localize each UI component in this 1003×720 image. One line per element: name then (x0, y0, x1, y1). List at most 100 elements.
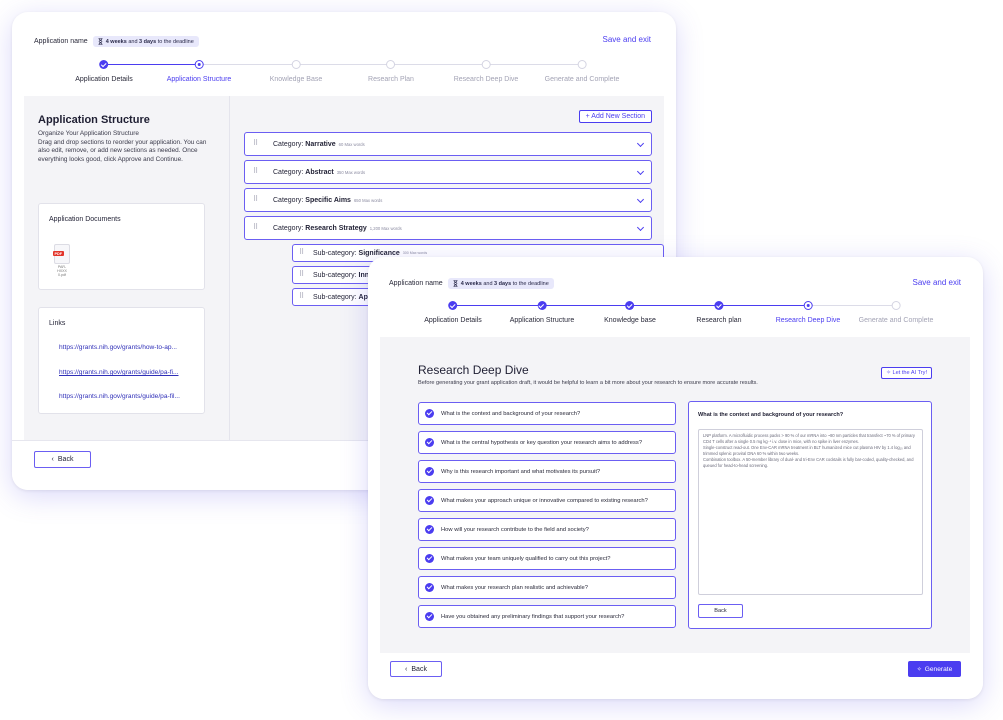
check-icon (448, 301, 458, 310)
answer-back-button[interactable]: Back (698, 604, 743, 618)
question-item[interactable]: What makes your research plan realistic … (418, 576, 676, 599)
answer-panel: What is the context and background of yo… (688, 401, 932, 629)
drag-handle-icon[interactable]: ⠿ (253, 168, 259, 175)
answer-textarea[interactable]: LNP platform. A microfluidic process pac… (698, 429, 923, 595)
generate-button[interactable]: ✧ Generate (908, 661, 961, 677)
step-application-structure[interactable]: Application Structure (166, 60, 232, 83)
hourglass-icon (453, 280, 458, 287)
current-step-icon (803, 301, 813, 310)
deadline-days: 3 days (139, 38, 157, 45)
drag-handle-icon[interactable]: ⠿ (253, 224, 259, 231)
category-narrative[interactable]: ⠿ Category: Narrative 60 Max words (244, 132, 652, 156)
question-text: What makes your approach unique or innov… (441, 497, 648, 504)
check-circle-icon (425, 612, 434, 621)
step-generate-and-complete[interactable]: Generate and Complete (859, 301, 933, 324)
let-the-ai-try-button[interactable]: ✧ Let the AI Try! (881, 367, 932, 379)
research-deep-dive-window: Application name 4 weeks and 3 days to t… (368, 257, 983, 699)
links-title: Links (49, 320, 66, 327)
category-title: Narrative (305, 140, 336, 148)
step-research-deep-dive[interactable]: Research Deep Dive (454, 60, 518, 83)
check-icon (537, 301, 547, 310)
question-text: What makes your team uniquely qualified … (441, 555, 611, 562)
step-application-structure[interactable]: Application Structure (509, 301, 575, 324)
chevron-down-icon[interactable] (636, 223, 645, 232)
save-and-exit-link[interactable]: Save and exit (913, 278, 961, 287)
drag-handle-icon[interactable]: ⠿ (299, 271, 305, 278)
deadline-weeks: 4 weeks (460, 280, 482, 287)
ai-try-label: Let the AI Try! (892, 370, 927, 376)
category-title: Research Strategy (305, 224, 367, 232)
back-button[interactable]: ‹ Back (34, 451, 91, 468)
category-name: Category: Abstract (273, 169, 334, 176)
question-item[interactable]: What makes your team uniquely qualified … (418, 547, 676, 570)
check-circle-icon (425, 554, 434, 563)
question-item[interactable]: Have you obtained any preliminary findin… (418, 605, 676, 628)
deadline-tail: to the deadline (156, 38, 194, 45)
check-circle-icon (425, 525, 434, 534)
app-name-label: Application name (389, 280, 443, 287)
question-item[interactable]: How will your research contribute to the… (418, 518, 676, 541)
main-content: Research Deep Dive Before generating you… (380, 337, 970, 653)
deadline-and: and (126, 38, 140, 45)
step-label: Application Details (75, 76, 133, 83)
category-name: Category: Specific Aims (273, 197, 351, 204)
max-words: 60 Max words (338, 141, 365, 147)
category-prefix: Category: (273, 196, 306, 204)
step-research-plan[interactable]: Research plan (696, 301, 742, 324)
step-label: Research Plan (368, 76, 414, 83)
add-new-section-button[interactable]: + Add New Section (578, 110, 652, 123)
max-words: 300 Max words (402, 251, 428, 255)
link-item[interactable]: https://grants.nih.gov/grants/guide/pa-f… (59, 393, 180, 400)
pdf-file[interactable]: PDF PAR-HXXX 0.pdf (53, 244, 71, 278)
drag-handle-icon[interactable]: ⠿ (253, 140, 259, 147)
pending-step-icon (291, 60, 301, 69)
drag-handle-icon[interactable]: ⠿ (299, 249, 305, 256)
question-item[interactable]: Why is this research important and what … (418, 460, 676, 483)
step-knowledge-base[interactable]: Knowledge base (604, 301, 656, 324)
step-application-details[interactable]: Application Details (75, 60, 133, 83)
max-words: 350 Max words (336, 169, 366, 175)
step-generate-and-complete[interactable]: Generate and Complete (545, 60, 619, 83)
question-item[interactable]: What is the central hypothesis or key qu… (418, 431, 676, 454)
step-application-details[interactable]: Application Details (424, 301, 482, 324)
link-item[interactable]: https://grants.nih.gov/grants/guide/pa-f… (59, 369, 179, 376)
question-item[interactable]: What makes your approach unique or innov… (418, 489, 676, 512)
step-label: Knowledge base (604, 317, 656, 324)
panel-title: Application Structure (38, 114, 150, 126)
check-icon (625, 301, 635, 310)
check-icon (99, 60, 109, 69)
category-specific-aims[interactable]: ⠿ Category: Specific Aims 650 Max words (244, 188, 652, 212)
category-research-strategy[interactable]: ⠿ Category: Research Strategy 1,200 Max … (244, 216, 652, 240)
subcategory-title: Significance (358, 249, 400, 257)
links-card: Links https://grants.nih.gov/grants/how-… (38, 307, 205, 414)
chevron-down-icon[interactable] (636, 139, 645, 148)
step-research-deep-dive[interactable]: Research Deep Dive (776, 301, 840, 324)
sparkle-icon: ✧ (886, 370, 891, 376)
hourglass-icon (98, 38, 103, 45)
check-circle-icon (425, 583, 434, 592)
chevron-down-icon[interactable] (636, 167, 645, 176)
category-title: Abstract (305, 168, 334, 176)
question-item[interactable]: What is the context and background of yo… (418, 402, 676, 425)
question-text: What is the central hypothesis or key qu… (441, 439, 643, 446)
check-circle-icon (425, 409, 434, 418)
deadline-and: and (481, 280, 495, 287)
step-research-plan[interactable]: Research Plan (368, 60, 414, 83)
step-label: Application Structure (166, 76, 232, 83)
question-text: How will your research contribute to the… (441, 526, 589, 533)
step-knowledge-base[interactable]: Knowledge Base (270, 60, 322, 83)
pending-step-icon (891, 301, 901, 310)
category-name: Category: Narrative (273, 141, 336, 148)
deadline-badge: 4 weeks and 3 days to the deadline (92, 36, 199, 47)
drag-handle-icon[interactable]: ⠿ (299, 293, 305, 300)
category-prefix: Category: (273, 224, 306, 232)
drag-handle-icon[interactable]: ⠿ (253, 196, 259, 203)
chevron-down-icon[interactable] (636, 195, 645, 204)
back-button[interactable]: ‹ Back (390, 661, 442, 677)
step-label: Application Structure (509, 317, 575, 324)
save-and-exit-link[interactable]: Save and exit (603, 35, 651, 44)
subcategory-name: Sub-category: Significance (313, 250, 400, 257)
subcategory-prefix: Sub-category: (313, 293, 359, 301)
link-item[interactable]: https://grants.nih.gov/grants/how-to-ap.… (59, 344, 177, 351)
category-abstract[interactable]: ⠿ Category: Abstract 350 Max words (244, 160, 652, 184)
